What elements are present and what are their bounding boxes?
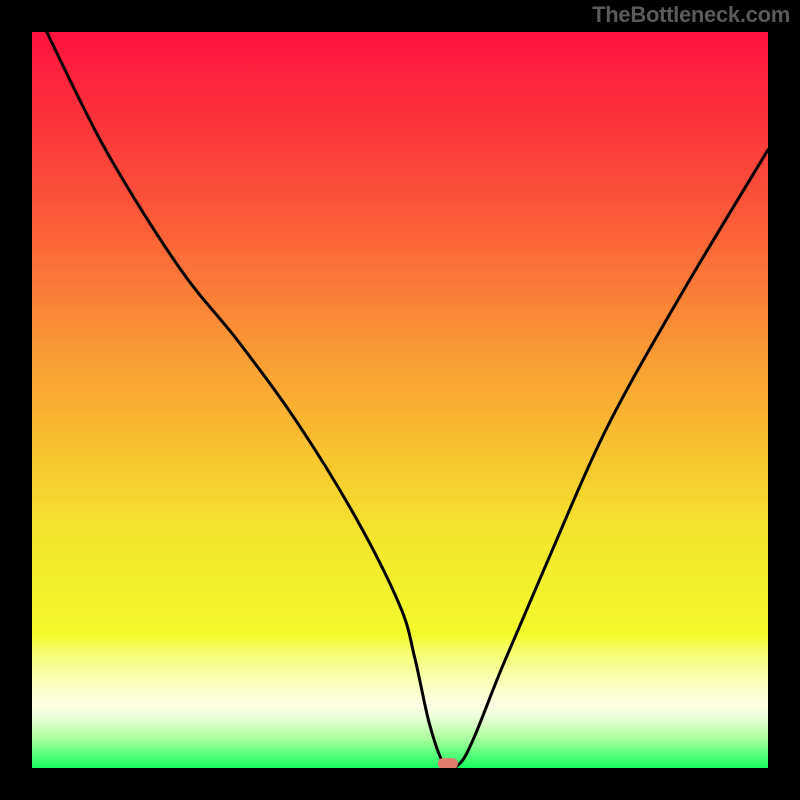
optimum-marker xyxy=(438,758,458,768)
chart-container: TheBottleneck.com xyxy=(0,0,800,800)
bottleneck-plot xyxy=(32,32,768,768)
attribution-text: TheBottleneck.com xyxy=(592,2,790,28)
plot-background xyxy=(32,32,768,768)
